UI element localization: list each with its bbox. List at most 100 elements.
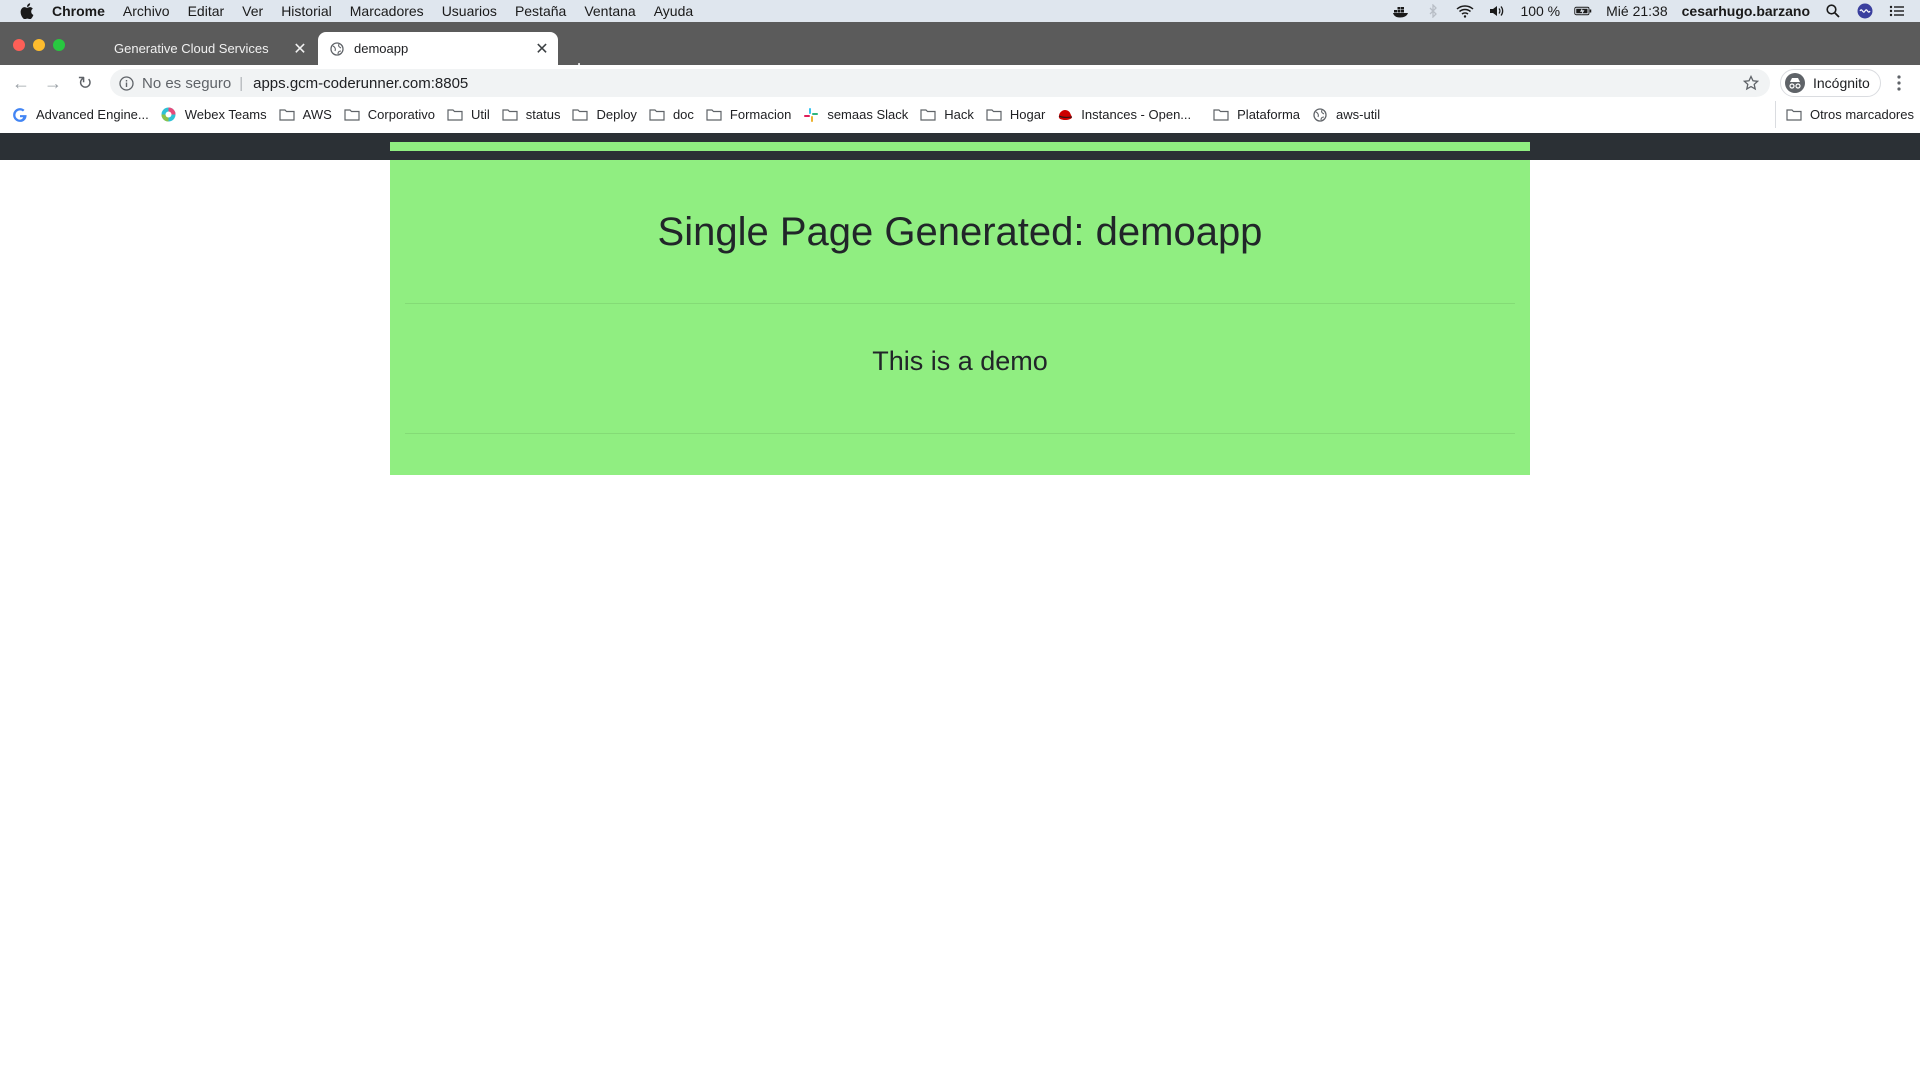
slack-icon bbox=[803, 107, 819, 122]
bookmark-label: Instances - Open... bbox=[1081, 107, 1192, 122]
bookmark-folder-formacion[interactable]: Formacion bbox=[706, 107, 791, 122]
bookmark-folder-hack[interactable]: Hack bbox=[920, 107, 974, 122]
wifi-icon[interactable] bbox=[1456, 3, 1474, 19]
incognito-label: Incógnito bbox=[1813, 75, 1870, 91]
folder-icon bbox=[1786, 108, 1802, 122]
back-button[interactable]: ← bbox=[8, 70, 34, 96]
minimize-window-button[interactable] bbox=[33, 39, 45, 51]
bookmark-label: doc bbox=[672, 107, 694, 122]
reload-button[interactable]: ↻ bbox=[72, 70, 98, 96]
docker-icon[interactable] bbox=[1392, 3, 1410, 19]
bookmark-label: Hack bbox=[944, 107, 974, 122]
bookmark-advanced-engine[interactable]: Advanced Engine... bbox=[12, 107, 149, 122]
webex-icon bbox=[161, 107, 177, 122]
google-icon bbox=[12, 107, 28, 122]
bookmark-label: Hogar bbox=[1009, 107, 1046, 122]
bookmark-label: Deploy bbox=[596, 107, 637, 122]
apple-menu-icon[interactable] bbox=[18, 2, 36, 20]
bookmark-label: Util bbox=[471, 107, 490, 122]
battery-percent: 100 % bbox=[1520, 3, 1561, 19]
bookmark-label: aws-util bbox=[1336, 107, 1381, 122]
menu-historial[interactable]: Historial bbox=[281, 3, 332, 19]
bookmark-label: Otros marcadores bbox=[1809, 107, 1914, 122]
os-menu-bar: Chrome Archivo Editar Ver Historial Marc… bbox=[0, 0, 1920, 22]
bookmark-other-bookmarks[interactable]: Otros marcadores bbox=[1774, 101, 1914, 128]
page-heading: Single Page Generated: demoapp bbox=[657, 210, 1263, 254]
bookmark-label: Corporativo bbox=[367, 107, 435, 122]
bookmark-webex-teams[interactable]: Webex Teams bbox=[161, 107, 267, 122]
globe-icon bbox=[1312, 107, 1328, 122]
menu-marcadores[interactable]: Marcadores bbox=[350, 3, 424, 19]
bookmark-folder-aws[interactable]: AWS bbox=[279, 107, 332, 122]
bookmark-folder-deploy[interactable]: Deploy bbox=[572, 107, 637, 122]
bookmark-star-icon[interactable] bbox=[1742, 74, 1760, 92]
folder-icon bbox=[572, 108, 589, 122]
tab-strip: Generative Cloud Services ✕ demoapp ✕ + bbox=[0, 22, 1920, 81]
address-bar[interactable]: No es seguro | apps.gcm-coderunner.com:8… bbox=[110, 69, 1770, 97]
menu-editar[interactable]: Editar bbox=[188, 3, 225, 19]
notification-center-icon[interactable] bbox=[1888, 3, 1906, 19]
folder-icon bbox=[920, 108, 936, 122]
menu-ventana[interactable]: Ventana bbox=[584, 3, 635, 19]
divider bbox=[405, 433, 1515, 434]
bookmark-folder-doc[interactable]: doc bbox=[649, 107, 694, 122]
battery-icon[interactable] bbox=[1574, 3, 1592, 19]
folder-icon bbox=[279, 108, 295, 122]
bookmark-label: Formacion bbox=[729, 107, 792, 122]
bookmark-label: Plataforma bbox=[1237, 107, 1301, 122]
folder-icon bbox=[1213, 108, 1229, 122]
bookmark-folder-util[interactable]: Util bbox=[447, 107, 490, 122]
close-window-button[interactable] bbox=[13, 39, 25, 51]
menu-archivo[interactable]: Archivo bbox=[123, 3, 170, 19]
folder-icon bbox=[706, 108, 722, 122]
bookmark-label: Advanced Engine... bbox=[36, 107, 149, 122]
bookmark-label: semaas Slack bbox=[827, 107, 909, 122]
jumbotron: Single Page Generated: demoapp This is a… bbox=[390, 160, 1530, 475]
incognito-badge[interactable]: Incógnito bbox=[1780, 69, 1881, 97]
bookmark-aws-util[interactable]: aws-util bbox=[1312, 107, 1380, 122]
bookmark-label: AWS bbox=[302, 107, 332, 122]
address-separator: | bbox=[239, 74, 244, 92]
tab-demoapp[interactable]: demoapp ✕ bbox=[318, 32, 558, 65]
page-lead-text: This is a demo bbox=[872, 346, 1048, 376]
clock[interactable]: Mié 21:38 bbox=[1606, 3, 1667, 19]
menu-pestana[interactable]: Pestaña bbox=[515, 3, 566, 19]
tab-generative-cloud-services[interactable]: Generative Cloud Services ✕ bbox=[98, 32, 316, 65]
bookmark-folder-status[interactable]: status bbox=[502, 107, 561, 122]
forward-button[interactable]: → bbox=[40, 70, 66, 96]
folder-icon bbox=[649, 108, 665, 122]
folder-icon bbox=[986, 108, 1002, 122]
bookmarks-bar: Advanced Engine... Webex Teams AWS Corpo… bbox=[0, 101, 1920, 128]
tab-close-icon[interactable]: ✕ bbox=[532, 39, 552, 59]
folder-icon bbox=[502, 108, 518, 122]
menu-usuarios[interactable]: Usuarios bbox=[442, 3, 497, 19]
globe-icon bbox=[330, 41, 344, 56]
security-label[interactable]: No es seguro bbox=[142, 75, 231, 92]
url-text[interactable]: apps.gcm-coderunner.com:8805 bbox=[253, 75, 468, 92]
bookmark-label: status bbox=[525, 107, 561, 122]
bookmark-folder-corporativo[interactable]: Corporativo bbox=[344, 107, 435, 122]
tab-title: demoapp bbox=[354, 41, 409, 56]
menu-app-chrome[interactable]: Chrome bbox=[52, 3, 105, 19]
bookmark-folder-hogar[interactable]: Hogar bbox=[986, 107, 1045, 122]
bookmark-folder-plataforma[interactable]: Plataforma bbox=[1213, 107, 1300, 122]
divider bbox=[405, 303, 1515, 304]
tab-close-icon[interactable]: ✕ bbox=[290, 39, 310, 59]
maximize-window-button[interactable] bbox=[53, 39, 65, 51]
info-icon[interactable] bbox=[118, 75, 134, 91]
bluetooth-icon[interactable] bbox=[1424, 3, 1442, 19]
bookmark-semaas-slack[interactable]: semaas Slack bbox=[803, 107, 908, 122]
bookmark-label: Webex Teams bbox=[184, 107, 267, 122]
spotlight-search-icon[interactable] bbox=[1824, 3, 1842, 19]
siri-icon[interactable] bbox=[1856, 3, 1874, 19]
volume-icon[interactable] bbox=[1488, 3, 1506, 19]
browser-toolbar: ← → ↻ No es seguro | apps.gcm-coderunner… bbox=[0, 65, 1920, 101]
incognito-icon bbox=[1785, 73, 1805, 93]
status-area: 100 % Mié 21:38 cesarhugo.barzano bbox=[1392, 3, 1920, 19]
menu-ver[interactable]: Ver bbox=[242, 3, 263, 19]
more-menu-icon[interactable] bbox=[1890, 74, 1908, 92]
menu-ayuda[interactable]: Ayuda bbox=[654, 3, 693, 19]
user-name[interactable]: cesarhugo.barzano bbox=[1682, 3, 1810, 19]
folder-icon bbox=[344, 108, 360, 122]
bookmark-instances-openstack[interactable]: Instances - Open... bbox=[1057, 107, 1191, 122]
